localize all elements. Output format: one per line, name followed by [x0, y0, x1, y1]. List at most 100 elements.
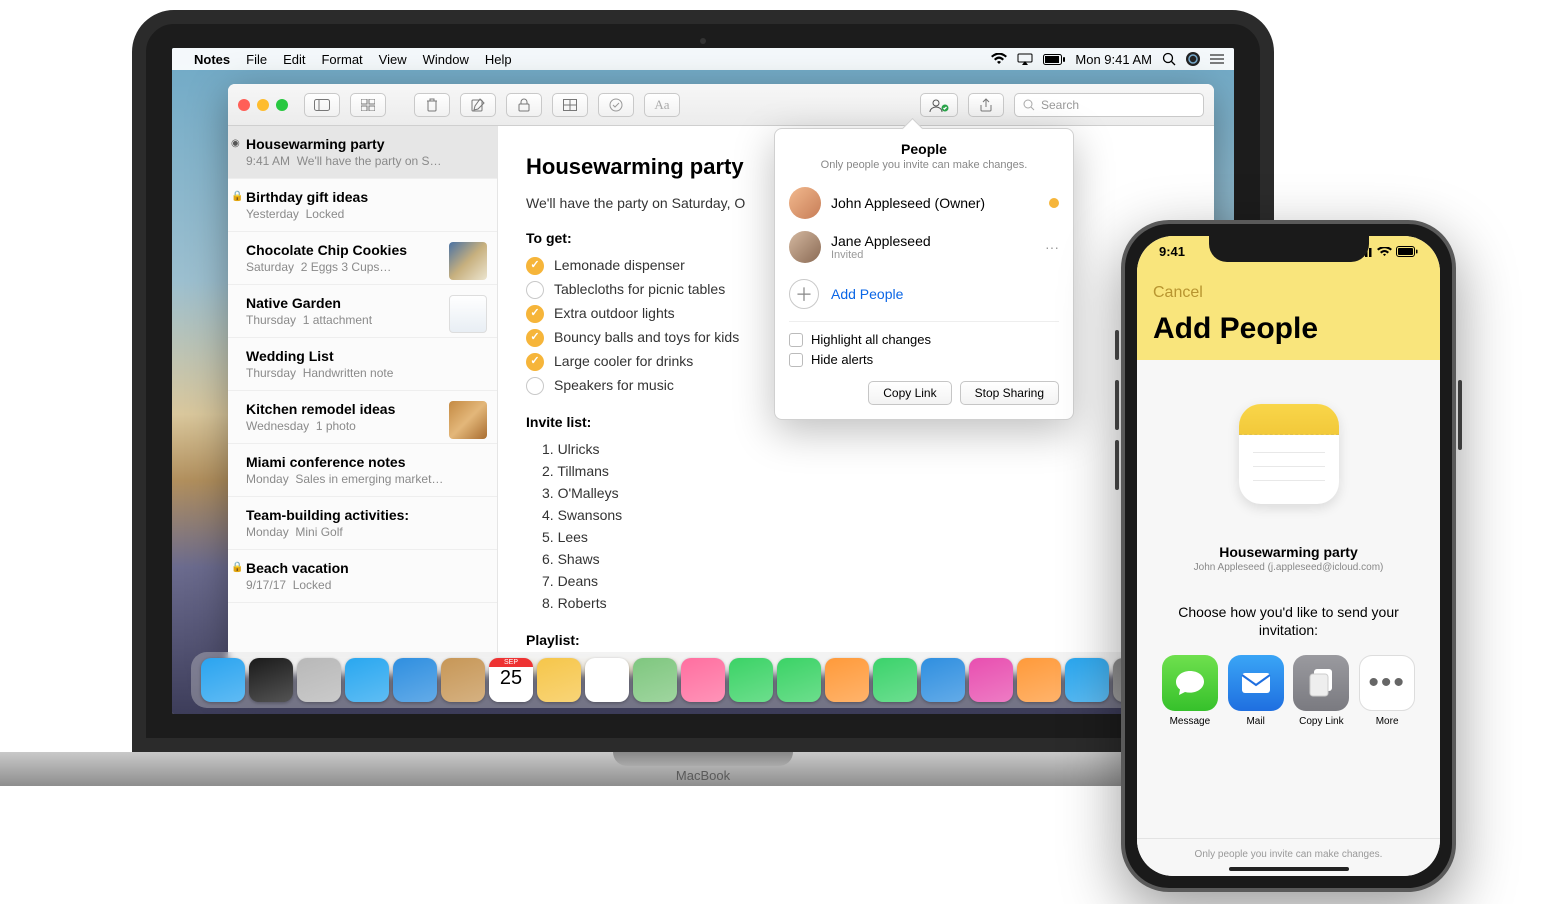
dock-notes-icon[interactable] — [537, 658, 581, 702]
highlight-changes-checkbox[interactable]: Highlight all changes — [789, 332, 1059, 347]
stop-sharing-button[interactable]: Stop Sharing — [960, 381, 1059, 405]
shared-icon: ◉ — [231, 138, 240, 149]
invite-list-item: 1. Ulricks — [542, 439, 1186, 460]
spotlight-icon[interactable] — [1162, 52, 1176, 66]
menubar-app-name[interactable]: Notes — [194, 52, 230, 67]
dock-app-store-icon[interactable] — [1065, 658, 1109, 702]
format-button[interactable]: Aa — [644, 93, 680, 117]
notes-toolbar: Aa Search — [228, 84, 1214, 126]
menu-window[interactable]: Window — [423, 52, 469, 67]
dock-pages-icon[interactable] — [825, 658, 869, 702]
share-option-copy[interactable]: Copy Link — [1293, 655, 1351, 727]
iphone-device: 9:41 Cancel Add People Housewarming part… — [1121, 220, 1456, 892]
notes-sidebar: ◉Housewarming party9:41 AM We'll have th… — [228, 126, 498, 674]
sidebar-note-item[interactable]: Kitchen remodel ideas Wednesday 1 photo — [228, 391, 497, 444]
popover-title: People — [789, 141, 1059, 157]
note-item-title: Wedding List — [246, 348, 483, 364]
dock-launchpad-icon[interactable] — [297, 658, 341, 702]
dock-facetime-icon[interactable] — [777, 658, 821, 702]
sidebar-note-item[interactable]: Chocolate Chip CookiesSaturday 2 Eggs 3 … — [228, 232, 497, 285]
share-popover: People Only people you invite can make c… — [774, 128, 1074, 420]
popover-person-invited[interactable]: Jane Appleseed Invited ··· — [789, 225, 1059, 269]
hide-alerts-checkbox[interactable]: Hide alerts — [789, 352, 1059, 367]
invite-list-item: 8. Roberts — [542, 593, 1186, 614]
dock-itunes-icon[interactable] — [969, 658, 1013, 702]
checkbox-icon[interactable] — [526, 377, 544, 395]
view-grid-button[interactable] — [350, 93, 386, 117]
wifi-icon[interactable] — [991, 53, 1007, 65]
dock-reminders-icon[interactable] — [585, 658, 629, 702]
notification-center-icon[interactable] — [1210, 53, 1224, 65]
lock-note-button[interactable] — [506, 93, 542, 117]
share-option-mail[interactable]: Mail — [1227, 655, 1285, 727]
dock-maps-icon[interactable] — [633, 658, 677, 702]
menu-edit[interactable]: Edit — [283, 52, 305, 67]
add-people-button[interactable] — [920, 93, 958, 117]
home-indicator[interactable] — [1229, 867, 1349, 871]
sidebar-note-item[interactable]: ◉Housewarming party9:41 AM We'll have th… — [228, 126, 497, 179]
dock-safari-icon[interactable] — [345, 658, 389, 702]
cancel-button[interactable]: Cancel — [1153, 284, 1203, 301]
close-window-button[interactable] — [238, 99, 250, 111]
add-people-row[interactable]: ＋ Add People — [789, 269, 1059, 322]
sidebar-toggle-button[interactable] — [304, 93, 340, 117]
dock-calendar-icon[interactable]: SEP25 — [489, 658, 533, 702]
invite-list-item: 5. Lees — [542, 527, 1186, 548]
minimize-window-button[interactable] — [257, 99, 269, 111]
popover-person-owner[interactable]: John Appleseed (Owner) — [789, 181, 1059, 225]
checkbox-icon[interactable] — [526, 353, 544, 371]
share-option-msg[interactable]: Message — [1161, 655, 1219, 727]
menu-view[interactable]: View — [379, 52, 407, 67]
checkbox-icon[interactable] — [526, 281, 544, 299]
avatar — [789, 231, 821, 263]
popover-subtitle: Only people you invite can make changes. — [789, 159, 1059, 171]
sidebar-note-item[interactable]: 🔒Beach vacation9/17/17 Locked — [228, 550, 497, 603]
sidebar-note-item[interactable]: Team-building activities: Monday Mini Gol… — [228, 497, 497, 550]
person-more-icon[interactable]: ··· — [1045, 239, 1059, 255]
delete-note-button[interactable] — [414, 93, 450, 117]
checkbox-icon[interactable] — [526, 257, 544, 275]
note-item-meta: Thursday 1 attachment — [246, 313, 483, 327]
note-item-title: Team-building activities: — [246, 507, 483, 523]
airplay-icon[interactable] — [1017, 53, 1033, 65]
dock-keynote-icon[interactable] — [921, 658, 965, 702]
search-icon — [1023, 99, 1035, 111]
siri-icon[interactable] — [1186, 52, 1200, 66]
mail-icon — [1228, 655, 1284, 711]
dock-mail-icon[interactable] — [393, 658, 437, 702]
menubar-clock[interactable]: Mon 9:41 AM — [1075, 52, 1152, 67]
sidebar-note-item[interactable]: 🔒Birthday gift ideasYesterday Locked — [228, 179, 497, 232]
dock-contacts-icon[interactable] — [441, 658, 485, 702]
checkbox-icon[interactable] — [526, 329, 544, 347]
note-thumbnail — [449, 242, 487, 280]
menu-help[interactable]: Help — [485, 52, 512, 67]
fullscreen-window-button[interactable] — [276, 99, 288, 111]
dock-siri-icon[interactable] — [249, 658, 293, 702]
sidebar-note-item[interactable]: Wedding ListThursday Handwritten note — [228, 338, 497, 391]
share-option-more[interactable]: •••More — [1358, 655, 1416, 727]
table-button[interactable] — [552, 93, 588, 117]
menu-file[interactable]: File — [246, 52, 267, 67]
note-item-title: Kitchen remodel ideas — [246, 401, 483, 417]
dock-ibooks-icon[interactable] — [1017, 658, 1061, 702]
dock-messages-icon[interactable] — [729, 658, 773, 702]
new-note-button[interactable] — [460, 93, 496, 117]
note-item-meta: Wednesday 1 photo — [246, 419, 483, 433]
copy-link-button[interactable]: Copy Link — [868, 381, 951, 405]
search-field[interactable]: Search — [1014, 93, 1204, 117]
battery-icon[interactable] — [1043, 54, 1065, 65]
sidebar-note-item[interactable]: Miami conference notesMonday Sales in em… — [228, 444, 497, 497]
dock-photos-icon[interactable] — [681, 658, 725, 702]
macbook-camera — [700, 38, 706, 44]
sidebar-note-item[interactable]: Native GardenThursday 1 attachment — [228, 285, 497, 338]
note-item-title: Chocolate Chip Cookies — [246, 242, 483, 258]
dock-numbers-icon[interactable] — [873, 658, 917, 702]
invite-list-item: 2. Tillmans — [542, 461, 1186, 482]
checkbox-icon[interactable] — [526, 305, 544, 323]
share-button[interactable] — [968, 93, 1004, 117]
checklist-button[interactable] — [598, 93, 634, 117]
dock-finder-icon[interactable] — [201, 658, 245, 702]
menu-format[interactable]: Format — [321, 52, 362, 67]
lock-icon: 🔒 — [231, 191, 243, 202]
note-item-meta: Monday Mini Golf — [246, 525, 483, 539]
